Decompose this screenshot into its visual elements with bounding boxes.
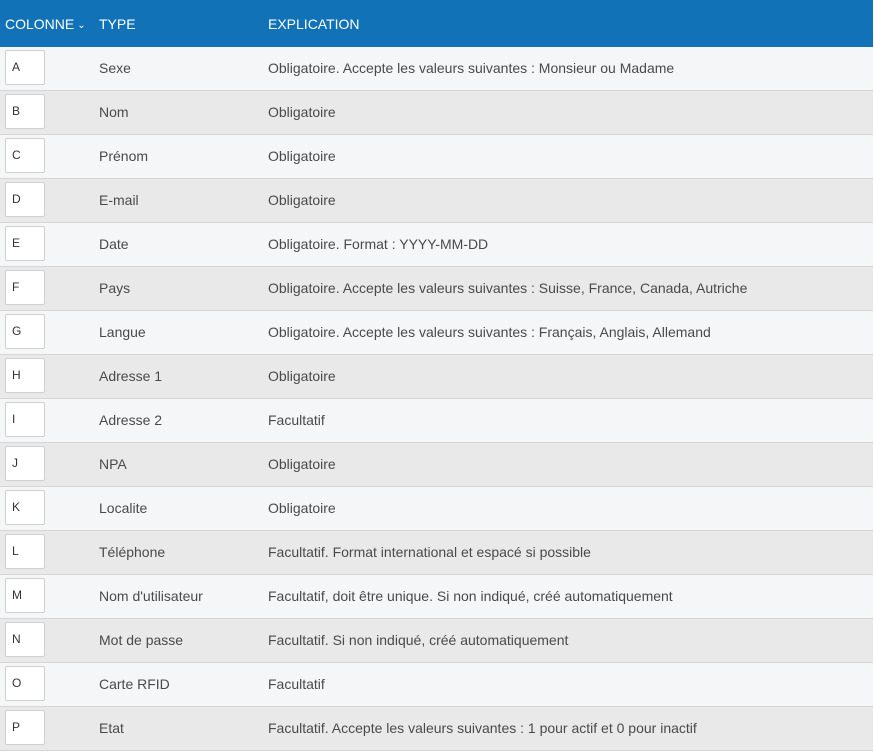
field-type-label: E-mail [99, 192, 139, 208]
field-explanation: Obligatoire [268, 148, 336, 164]
column-letter-field[interactable]: I [5, 402, 45, 437]
column-letter-field[interactable]: F [5, 270, 45, 305]
table-header: COLONNE ⌄ TYPE EXPLICATION [0, 0, 873, 47]
table-row: M Nom d'utilisateur Facultatif, doit être … [0, 575, 873, 619]
table-row: H Adresse 1 Obligatoire [0, 355, 873, 399]
table-row: L Téléphone Facultatif. Format internation… [0, 531, 873, 575]
column-header-colonne[interactable]: COLONNE ⌄ [5, 16, 86, 34]
field-explanation: Facultatif [268, 676, 325, 692]
table-body: A Sexe Obligatoire. Accepte les valeurs su… [0, 47, 873, 751]
field-type-label: NPA [99, 456, 127, 472]
field-type-label: Téléphone [99, 544, 166, 560]
table-row: F Pays Obligatoire. Accepte les valeurs su… [0, 267, 873, 311]
field-type-label: Adresse 2 [99, 412, 163, 428]
column-letter-field[interactable]: A [5, 50, 45, 85]
field-type-label: Pays [99, 280, 131, 296]
column-header-explication: EXPLICATION [268, 16, 360, 32]
column-letter-field[interactable]: N [5, 622, 45, 657]
field-type-label: Localite [99, 500, 148, 516]
table-row: K Localite Obligatoire [0, 487, 873, 531]
field-type-label: Nom d'utilisateur [99, 588, 203, 604]
table-row: O Carte RFID Facultatif [0, 663, 873, 707]
field-explanation: Obligatoire [268, 500, 336, 516]
table-row: N Mot de passe Facultatif. Si non indiqué,… [0, 619, 873, 663]
table-row: P Etat Facultatif. Accepte les valeurs sui… [0, 707, 873, 751]
field-explanation: Facultatif, doit être unique. Si non ind… [268, 588, 673, 604]
column-letter-field[interactable]: G [5, 314, 45, 349]
table-row: E Date Obligatoire. Format : YYYY-MM-DD [0, 223, 873, 267]
field-explanation: Obligatoire. Accepte les valeurs suivant… [268, 280, 748, 296]
table-row: C Prénom Obligatoire [0, 135, 873, 179]
field-type-label: Sexe [99, 60, 131, 76]
table-row: B Nom Obligatoire [0, 91, 873, 135]
field-type-label: Etat [99, 720, 124, 736]
field-type-label: Prénom [99, 148, 149, 164]
field-type-label: Langue [99, 324, 146, 340]
field-explanation: Obligatoire [268, 456, 336, 472]
field-explanation: Facultatif [268, 412, 325, 428]
table-row: G Langue Obligatoire. Accepte les valeurs … [0, 311, 873, 355]
column-letter-field[interactable]: L [5, 534, 45, 569]
field-explanation: Obligatoire. Format : YYYY-MM-DD [268, 236, 489, 252]
field-type-label: Carte RFID [99, 676, 170, 692]
field-type-label: Mot de passe [99, 632, 184, 648]
field-type-label: Nom [99, 104, 129, 120]
table-row: J NPA Obligatoire [0, 443, 873, 487]
column-letter-field[interactable]: K [5, 490, 45, 525]
field-explanation: Obligatoire [268, 192, 336, 208]
column-letter-field[interactable]: O [5, 666, 45, 701]
table-row: A Sexe Obligatoire. Accepte les valeurs su… [0, 47, 873, 91]
column-letter-field[interactable]: B [5, 94, 45, 129]
table-row: I Adresse 2 Facultatif [0, 399, 873, 443]
field-type-label: Adresse 1 [99, 368, 163, 384]
import-columns-table: COLONNE ⌄ TYPE EXPLICATION A Sexe Obligatoi… [0, 0, 873, 751]
field-explanation: Obligatoire. Accepte les valeurs suivant… [268, 60, 675, 76]
column-header-colonne-label: COLONNE [5, 16, 75, 32]
column-letter-field[interactable]: D [5, 182, 45, 217]
field-explanation: Facultatif. Accepte les valeurs suivante… [268, 720, 697, 736]
column-letter-field[interactable]: E [5, 226, 45, 261]
field-explanation: Obligatoire [268, 368, 336, 384]
column-header-type: TYPE [99, 16, 136, 32]
column-letter-field[interactable]: C [5, 138, 45, 173]
field-explanation: Facultatif. Si non indiqué, créé automat… [268, 632, 569, 648]
field-explanation: Obligatoire. Accepte les valeurs suivant… [268, 324, 711, 340]
field-explanation: Facultatif. Format international et espa… [268, 544, 591, 560]
column-letter-field[interactable]: J [5, 446, 45, 481]
column-letter-field[interactable]: P [5, 710, 45, 745]
chevron-down-icon[interactable]: ⌄ [77, 18, 85, 34]
field-type-label: Date [99, 236, 129, 252]
column-letter-field[interactable]: H [5, 358, 45, 393]
field-explanation: Obligatoire [268, 104, 336, 120]
table-row: D E-mail Obligatoire [0, 179, 873, 223]
column-letter-field[interactable]: M [5, 578, 45, 613]
